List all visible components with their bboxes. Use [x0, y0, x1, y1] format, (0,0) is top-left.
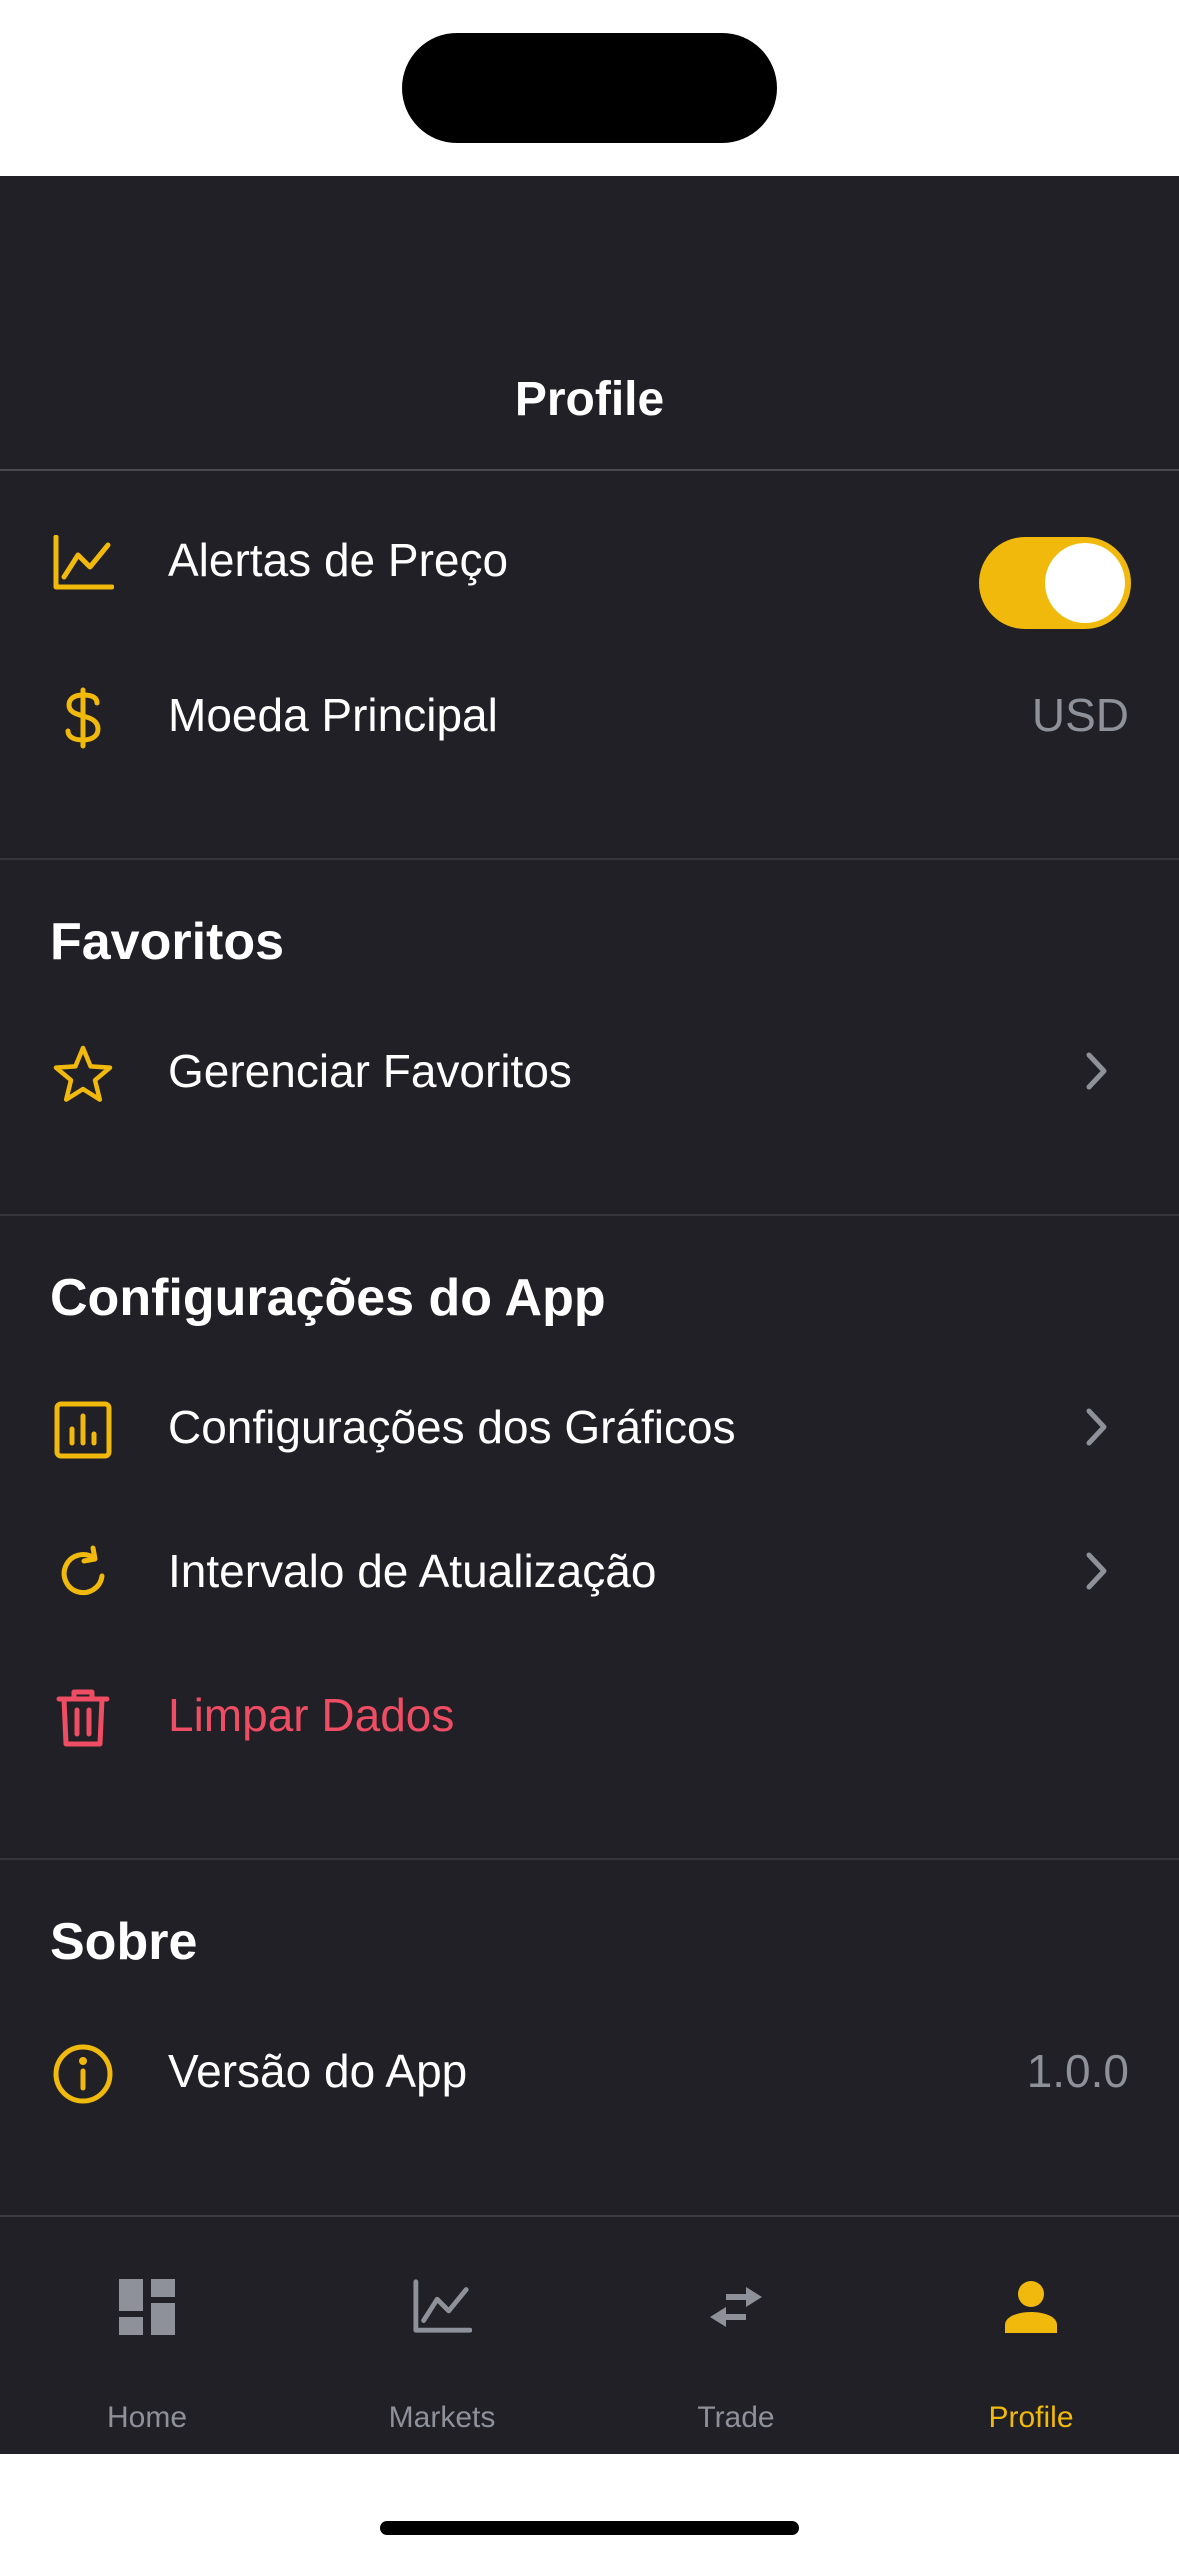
status-bar — [0, 0, 1179, 176]
dynamic-island — [402, 33, 777, 143]
star-icon — [50, 1041, 116, 1107]
trash-icon — [50, 1685, 116, 1751]
tab-markets[interactable]: Markets — [295, 2217, 589, 2456]
chevron-right-icon — [1081, 1406, 1111, 1448]
main-currency-value: USD — [1031, 689, 1129, 741]
app-version-value: 1.0.0 — [1026, 2045, 1129, 2097]
price-alerts-label: Alertas de Preço — [168, 534, 509, 586]
section-divider — [0, 1858, 1179, 1860]
price-alerts-toggle[interactable] — [979, 537, 1131, 629]
app-version-label: Versão do App — [168, 2045, 468, 2097]
section-divider — [0, 1214, 1179, 1216]
chart-line-icon — [50, 530, 116, 596]
tab-profile-label: Profile — [988, 2401, 1074, 2434]
page-title: Profile — [514, 373, 665, 426]
main-currency-label: Moeda Principal — [168, 689, 498, 741]
tab-home[interactable]: Home — [0, 2217, 294, 2456]
manage-favorites-label: Gerenciar Favoritos — [168, 1045, 572, 1097]
person-icon — [1001, 2277, 1061, 2337]
chevron-right-icon — [1081, 1550, 1111, 1592]
dollar-icon — [50, 685, 116, 751]
clear-data-label: Limpar Dados — [168, 1689, 455, 1741]
manage-favorites-row[interactable]: Gerenciar Favoritos — [0, 1006, 1179, 1136]
home-indicator-area — [0, 2454, 1179, 2556]
tab-markets-label: Markets — [388, 2401, 496, 2434]
dashboard-icon — [117, 2277, 177, 2337]
tab-trade-label: Trade — [697, 2401, 775, 2434]
chevron-right-icon — [1081, 1050, 1111, 1092]
app-settings-section-title: Configurações do App — [50, 1269, 606, 1327]
section-divider — [0, 858, 1179, 860]
main-currency-row[interactable]: Moeda Principal USD — [0, 650, 1179, 780]
favorites-section-title: Favoritos — [50, 913, 285, 971]
about-section-title: Sobre — [50, 1913, 198, 1971]
swap-arrows-icon — [706, 2277, 766, 2337]
chart-settings-row[interactable]: Configurações dos Gráficos — [0, 1362, 1179, 1492]
chart-settings-label: Configurações dos Gráficos — [168, 1401, 736, 1453]
app-version-row: Versão do App 1.0.0 — [0, 2006, 1179, 2136]
refresh-interval-label: Intervalo de Atualização — [168, 1545, 657, 1597]
chart-line-icon — [412, 2277, 472, 2337]
refresh-interval-row[interactable]: Intervalo de Atualização — [0, 1506, 1179, 1636]
bar-chart-icon — [50, 1397, 116, 1463]
tab-home-label: Home — [106, 2401, 188, 2434]
tab-profile[interactable]: Profile — [884, 2217, 1178, 2456]
refresh-icon — [50, 1541, 116, 1607]
profile-screen: Profile Alertas de Preço Moeda Principal… — [0, 176, 1179, 2454]
home-indicator[interactable] — [380, 2521, 799, 2535]
tab-trade[interactable]: Trade — [589, 2217, 883, 2456]
nav-header: Profile — [0, 176, 1179, 471]
clear-data-row[interactable]: Limpar Dados — [0, 1650, 1179, 1780]
tab-bar: Home Markets Trade Profile — [0, 2215, 1179, 2454]
toggle-knob — [1045, 543, 1125, 623]
info-icon — [50, 2041, 116, 2107]
